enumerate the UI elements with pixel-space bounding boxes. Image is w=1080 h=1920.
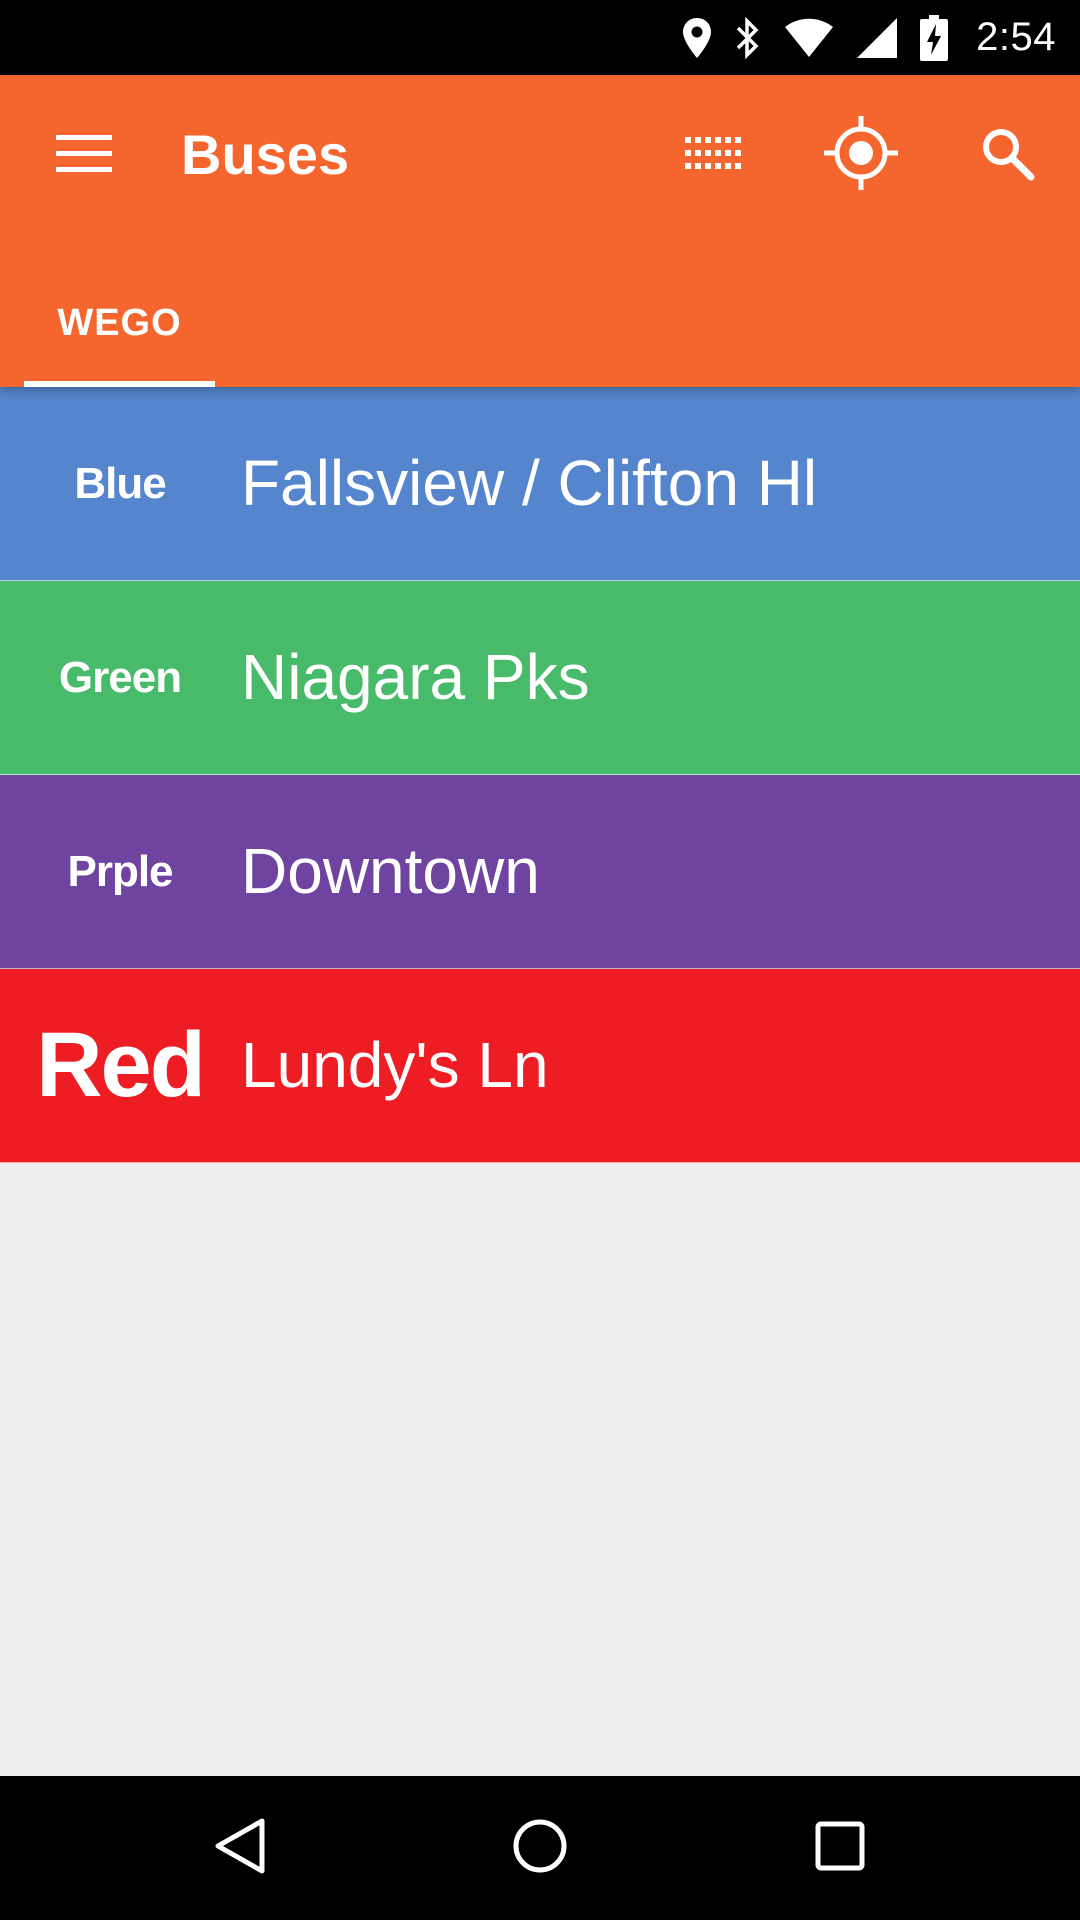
status-time: 2:54 [976,15,1056,59]
navigation-bar [0,1776,1080,1920]
recents-icon [815,1821,865,1876]
tab-wego[interactable]: WEGO [24,269,215,387]
battery-charging-icon [920,14,949,61]
bluetooth-icon [734,16,762,60]
route-code: Green [58,652,182,702]
route-code: Blue [74,458,166,508]
back-button[interactable] [190,1798,290,1898]
status-icons: 2:54 [682,0,1056,75]
tab-indicator [24,381,215,387]
cell-signal-icon [856,17,898,59]
grid-icon [685,136,743,174]
status-bar: 2:54 [0,0,1080,75]
home-button[interactable] [490,1798,590,1898]
route-row-purple[interactable]: Prple Downtown [0,775,1080,969]
wifi-icon [784,18,834,58]
back-icon [212,1817,268,1880]
screen: 2:54 Buses WEGO Blue Fallsview / Clifton… [0,0,1080,1920]
search-icon [979,125,1035,186]
hamburger-menu-icon [56,133,112,178]
location-icon [682,17,712,59]
route-name: Niagara Pks [241,641,590,713]
route-row-green[interactable]: Green Niagara Pks [0,581,1080,775]
my-location-button[interactable] [819,113,903,197]
route-name: Downtown [241,835,540,907]
menu-button[interactable] [48,127,120,183]
home-icon [512,1818,568,1879]
route-row-blue[interactable]: Blue Fallsview / Clifton Hl [0,387,1080,581]
recents-button[interactable] [790,1798,890,1898]
route-name: Lundy's Ln [241,1029,549,1101]
tab-label: WEGO [57,301,182,344]
route-name: Fallsview / Clifton Hl [241,447,818,519]
search-button[interactable] [965,113,1049,197]
route-code: Red [36,1014,206,1116]
route-row-red[interactable]: Red Lundy's Ln [0,969,1080,1163]
route-list: Blue Fallsview / Clifton Hl Green Niagar… [0,387,1080,1163]
route-code: Prple [67,846,173,896]
my-location-icon [824,115,898,195]
page-title: Buses [181,123,350,186]
app-bar: Buses WEGO [0,75,1080,387]
grid-view-button[interactable] [672,113,756,197]
